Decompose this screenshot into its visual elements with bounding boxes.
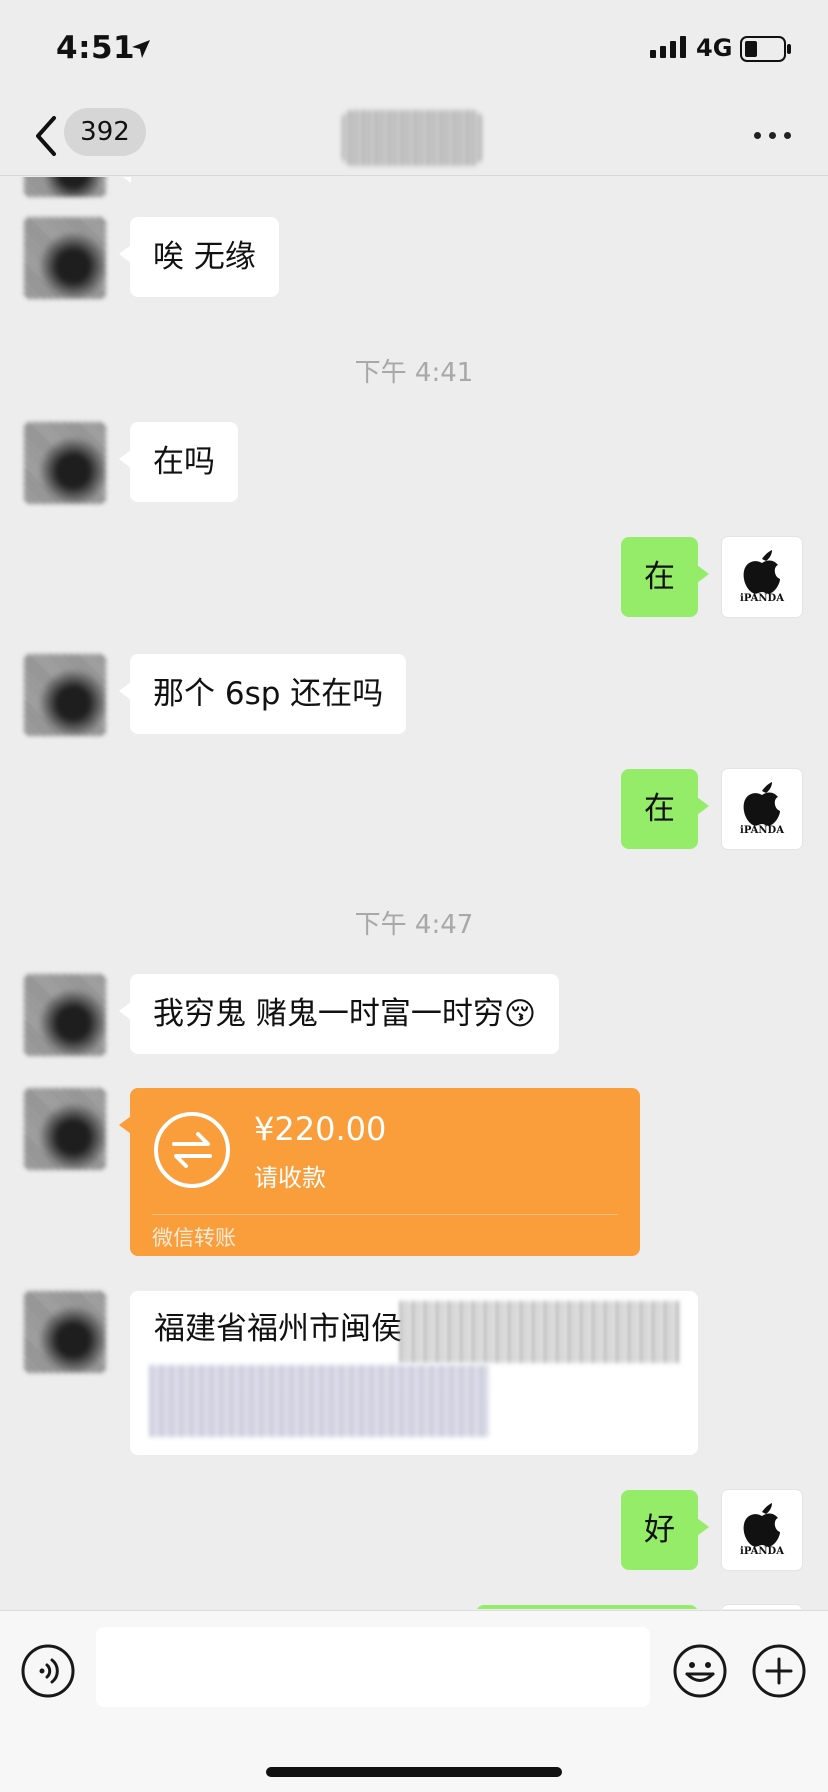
message-input[interactable] <box>96 1627 650 1707</box>
plus-icon[interactable] <box>751 1643 807 1699</box>
redacted-text <box>150 1365 490 1437</box>
transfer-status: 请收款 <box>254 1164 326 1192</box>
transfer-amount: ¥220.00 <box>254 1110 387 1148</box>
more-options-icon[interactable] <box>748 120 798 150</box>
battery-icon <box>740 36 791 62</box>
apple-logo-icon <box>743 782 780 826</box>
address-text: 福建省福州市闽侯 <box>154 1311 402 1347</box>
my-avatar[interactable]: iPANDA <box>722 1490 802 1570</box>
avatar-brand-label: iPANDA <box>740 825 784 836</box>
back-chevron-icon[interactable] <box>28 112 68 160</box>
timestamp: 下午 4:47 <box>354 910 474 940</box>
chat-header: 392 <box>0 100 828 176</box>
sent-message[interactable]: 在 <box>621 769 709 849</box>
contact-avatar[interactable] <box>24 974 106 1056</box>
sent-message-partial <box>476 1605 698 1609</box>
sent-message[interactable]: 在 <box>621 537 709 617</box>
status-bar: 4:51 4G <box>0 0 828 100</box>
home-indicator[interactable] <box>266 1767 562 1777</box>
unread-count-badge[interactable]: 392 <box>64 108 146 156</box>
message-list[interactable]: 唉 无缘 下午 4:41 在吗 在 iPANDA 那个 6sp 还在吗 在 iP… <box>0 177 828 1609</box>
avatar-brand-label: iPANDA <box>740 593 784 604</box>
contact-avatar[interactable] <box>24 422 106 504</box>
contact-avatar[interactable] <box>24 1088 106 1170</box>
received-message[interactable]: 在吗 <box>119 422 238 502</box>
status-time: 4:51 <box>56 30 136 66</box>
contact-avatar[interactable] <box>24 177 106 197</box>
received-message-address[interactable]: 福建省福州市闽侯 <box>130 1291 698 1455</box>
my-avatar[interactable]: iPANDA <box>722 769 802 849</box>
sent-message[interactable]: 好 <box>621 1490 709 1570</box>
emoji-icon[interactable] <box>672 1643 728 1699</box>
transfer-footer-label: 微信转账 <box>152 1226 236 1250</box>
my-avatar[interactable]: iPANDA <box>722 537 802 617</box>
contact-avatar[interactable] <box>24 1291 106 1373</box>
apple-logo-icon <box>743 550 780 594</box>
transfer-arrows-icon <box>154 1112 230 1188</box>
my-avatar[interactable] <box>722 1605 802 1609</box>
chat-title-redacted <box>342 110 482 166</box>
avatar-brand-label: iPANDA <box>740 1546 784 1557</box>
message-text: 我穷鬼 赌鬼一时富一时穷 <box>153 996 504 1032</box>
contact-avatar[interactable] <box>24 654 106 736</box>
received-message[interactable]: 那个 6sp 还在吗 <box>118 654 407 734</box>
received-message[interactable]: 我穷鬼 赌鬼一时富一时穷😚 <box>118 974 560 1054</box>
signal-strength-icon <box>650 36 686 58</box>
wechat-transfer-card[interactable]: ¥220.00 请收款 微信转账 <box>119 1088 640 1256</box>
divider <box>152 1214 618 1215</box>
input-bar <box>0 1610 828 1792</box>
timestamp: 下午 4:41 <box>354 358 474 388</box>
network-type: 4G <box>696 34 733 62</box>
received-message[interactable]: 唉 无缘 <box>119 217 279 297</box>
redacted-text <box>400 1301 680 1363</box>
apple-logo-icon <box>743 1503 780 1547</box>
contact-avatar[interactable] <box>24 217 106 299</box>
kissing-face-emoji: 😚 <box>503 996 537 1032</box>
location-arrow-icon <box>132 40 150 58</box>
voice-input-icon[interactable] <box>20 1643 76 1699</box>
